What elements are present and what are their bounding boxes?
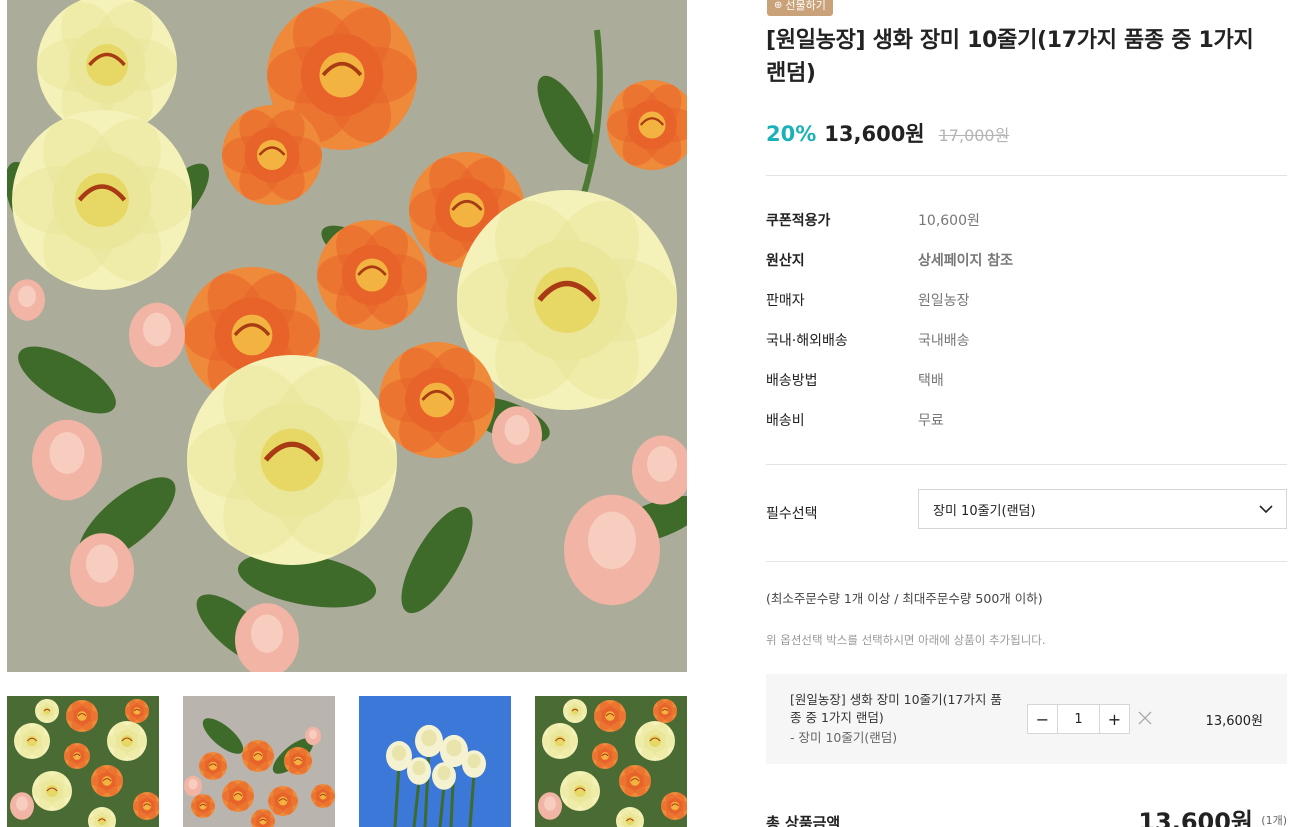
option-selected-value: 장미 10줄기(랜덤) (933, 503, 1036, 519)
info-row-coupon: 쿠폰적용가 10,600원 (766, 210, 1287, 230)
thumbnail-1[interactable] (7, 696, 159, 827)
original-price: 17,000원 (938, 126, 1010, 145)
thumbnail-4[interactable] (535, 696, 687, 827)
info-row-shipping-method: 배송방법 택배 (766, 370, 1287, 390)
info-row-seller: 판매자 원일농장 (766, 290, 1287, 310)
info-value: 국내배송 (918, 333, 970, 349)
divider (766, 561, 1287, 562)
quantity-input[interactable] (1057, 705, 1100, 733)
divider (766, 464, 1287, 465)
decrease-quantity-button[interactable]: − (1028, 705, 1057, 733)
price-row: 20% 13,600원 17,000원 (766, 118, 1009, 148)
selected-item-name: [원일농장] 생화 장미 10줄기(17가지 품종 중 1가지 랜덤) (790, 692, 1002, 725)
option-select[interactable]: 장미 10줄기(랜덤) (918, 489, 1287, 529)
info-row-shipping-fee: 배송비 무료 (766, 410, 1287, 430)
info-label: 쿠폰적용가 (766, 213, 831, 229)
info-label: 국내·해외배송 (766, 333, 848, 349)
thumbnail-2[interactable] (183, 696, 335, 827)
gift-label: 선물하기 (785, 0, 826, 12)
divider (766, 175, 1287, 176)
option-label: 필수선택 (766, 506, 818, 522)
info-value: 상세페이지 참조 (918, 253, 1014, 269)
main-product-image[interactable] (7, 0, 687, 672)
total-label: 총 상품금액 (766, 814, 841, 827)
total-price: 13,600원 (1138, 808, 1253, 827)
info-label: 배송비 (766, 413, 805, 429)
total-quantity: (1개) (1261, 814, 1287, 827)
gift-icon: ⊕ (774, 0, 783, 11)
thumbnail-image (183, 696, 335, 827)
selected-item-option: - 장미 10줄기(랜덤) (790, 730, 898, 745)
option-notice-text: 위 옵션선택 박스를 선택하시면 아래에 상품이 추가됩니다. (766, 633, 1046, 647)
product-title: [원일농장] 생화 장미 10줄기(17가지 품종 중 1가지 랜덤) (766, 28, 1254, 86)
total-row: 총 상품금액 13,600원 (1개) (766, 802, 1287, 827)
rose-bouquet-illustration (7, 0, 687, 672)
increase-quantity-button[interactable]: + (1100, 705, 1129, 733)
info-value: 10,600원 (918, 213, 980, 229)
selected-option-item: [원일농장] 생화 장미 10줄기(17가지 품종 중 1가지 랜덤) - 장미… (766, 674, 1287, 764)
selected-item-price: 13,600원 (1205, 714, 1263, 729)
thumbnail-image (359, 696, 511, 827)
thumbnail-strip (7, 696, 687, 827)
info-value: 택배 (918, 373, 944, 389)
info-value: 원일농장 (918, 293, 970, 309)
thumbnail-3[interactable] (359, 696, 511, 827)
info-row-origin: 원산지 상세페이지 참조 (766, 250, 1287, 270)
thumbnail-image (535, 696, 687, 827)
sale-price: 13,600원 (824, 122, 925, 146)
quantity-stepper: − + (1027, 704, 1130, 734)
gift-button[interactable]: ⊕ 선물하기 (767, 0, 833, 16)
info-value: 무료 (918, 413, 944, 429)
thumbnail-image (7, 696, 159, 827)
chevron-down-icon (1259, 505, 1273, 514)
info-label: 원산지 (766, 253, 805, 269)
info-label: 판매자 (766, 293, 805, 309)
info-label: 배송방법 (766, 373, 818, 389)
order-limit-text: (최소주문수량 1개 이상 / 최대주문수량 500개 이하) (766, 591, 1043, 606)
remove-item-icon[interactable] (1137, 710, 1153, 726)
discount-rate: 20% (766, 122, 817, 146)
info-row-shipping-region: 국내·해외배송 국내배송 (766, 330, 1287, 350)
